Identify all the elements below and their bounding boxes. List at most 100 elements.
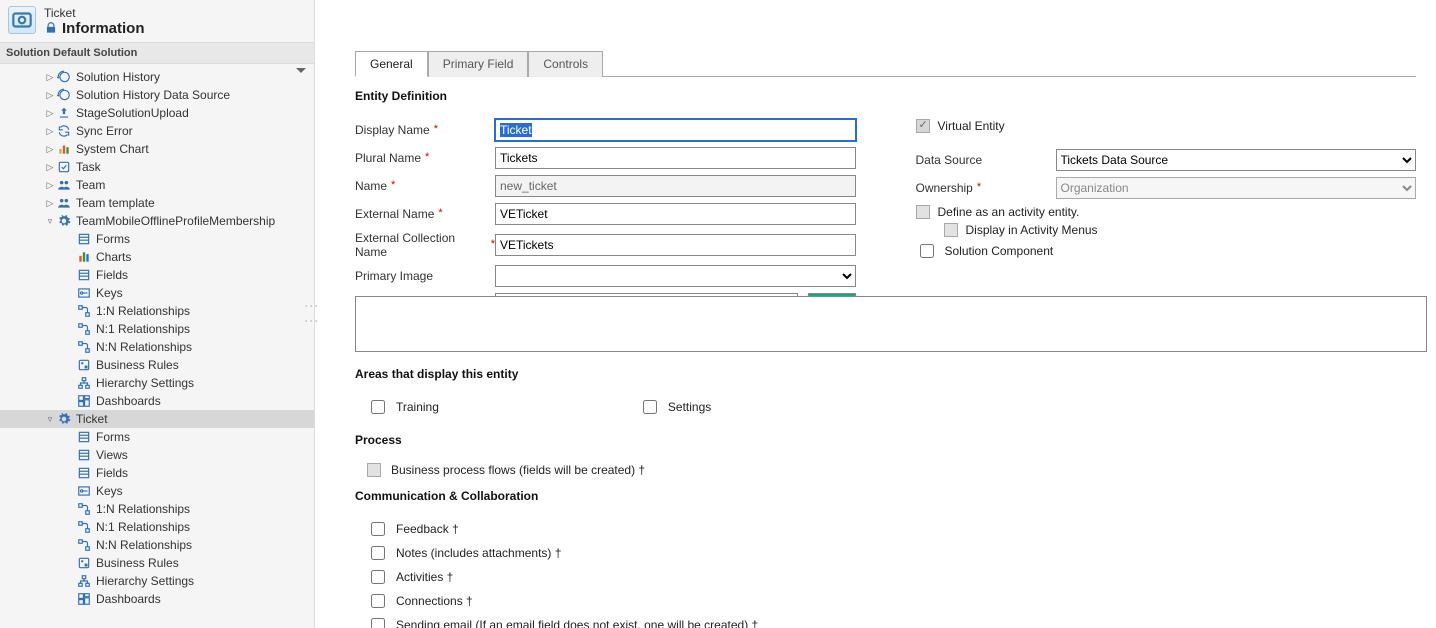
resize-handle[interactable]: ⋮⋮ — [304, 299, 320, 329]
tree-item[interactable]: ▿Ticket — [0, 410, 314, 428]
tree-item[interactable]: Dashboards — [0, 590, 314, 608]
tree-expander-icon[interactable]: ▷ — [44, 108, 56, 119]
tree-item[interactable]: Dashboards — [0, 392, 314, 410]
comm-checkbox[interactable] — [371, 570, 385, 584]
primary-image-label: Primary Image — [355, 269, 433, 283]
team-icon — [56, 177, 72, 193]
tree-expander-icon[interactable]: ▿ — [44, 414, 56, 425]
tree-item[interactable]: Keys — [0, 284, 314, 302]
tree-item[interactable]: Business Rules — [0, 356, 314, 374]
rel-icon — [76, 519, 92, 535]
tree-item-label: System Chart — [76, 142, 149, 156]
comm-label: Activities † — [396, 570, 453, 584]
tree-item[interactable]: Business Rules — [0, 554, 314, 572]
tree-item[interactable]: Fields — [0, 266, 314, 284]
tree-item[interactable]: ▷ Team template — [0, 194, 314, 212]
rel-icon — [76, 339, 92, 355]
lock-icon — [44, 21, 58, 38]
tree-item[interactable]: ▷ Sync Error — [0, 122, 314, 140]
virtual-entity-checkbox: ✓ — [916, 119, 930, 133]
comm-checkbox[interactable] — [371, 618, 385, 628]
tree-item[interactable]: ▷ Task — [0, 158, 314, 176]
tree-item[interactable]: N:1 Relationships — [0, 518, 314, 536]
fields-icon — [76, 465, 92, 481]
external-collection-name-input[interactable] — [495, 234, 856, 256]
solution-component-checkbox[interactable] — [920, 244, 934, 258]
tree-expander-icon[interactable]: ▷ — [44, 162, 56, 173]
tree-item-label: Charts — [96, 250, 131, 264]
tree-item[interactable]: Forms — [0, 230, 314, 248]
tree[interactable]: ▷Solution History▷Solution History Data … — [0, 64, 314, 628]
name-label: Name — [355, 179, 387, 193]
description-input[interactable] — [355, 296, 1427, 352]
comm-item[interactable]: Connections † — [367, 591, 1416, 611]
comm-heading: Communication & Collaboration — [355, 489, 1416, 503]
tree-expander-icon[interactable]: ▷ — [44, 144, 56, 155]
tree-item[interactable]: Keys — [0, 482, 314, 500]
entity-definition-heading: Entity Definition — [355, 89, 1416, 103]
rel-icon — [76, 303, 92, 319]
tree-item[interactable]: N:N Relationships — [0, 536, 314, 554]
chevron-down-icon[interactable] — [296, 68, 306, 73]
tree-expander-icon[interactable]: ▷ — [44, 198, 56, 209]
tree-expander-icon[interactable]: ▷ — [44, 126, 56, 137]
tree-expander-icon[interactable]: ▿ — [44, 216, 56, 227]
primary-image-select[interactable] — [495, 265, 856, 287]
tree-item[interactable]: 1:N Relationships — [0, 302, 314, 320]
tree-expander-icon[interactable]: ▷ — [44, 72, 56, 83]
tree-item[interactable]: ▷ System Chart — [0, 140, 314, 158]
tree-item[interactable]: Charts — [0, 248, 314, 266]
comm-item[interactable]: Notes (includes attachments) † — [367, 543, 1416, 563]
comm-checkbox[interactable] — [371, 594, 385, 608]
tree-item-label: Fields — [96, 466, 128, 480]
tree-item[interactable]: N:1 Relationships — [0, 320, 314, 338]
display-in-activity-checkbox — [944, 223, 958, 237]
tree-item[interactable]: 1:N Relationships — [0, 500, 314, 518]
comm-label: Sending email (If an email field does no… — [396, 618, 758, 628]
tree-item[interactable]: ▿ TeamMobileOfflineProfileMembership — [0, 212, 314, 230]
areas-settings-checkbox[interactable] — [643, 400, 657, 414]
tree-item[interactable]: Forms — [0, 428, 314, 446]
tree-item-label: Team template — [76, 196, 155, 210]
main: GeneralPrimary FieldControls Entity Defi… — [315, 0, 1436, 628]
tree-item[interactable]: N:N Relationships — [0, 338, 314, 356]
comm-checkbox[interactable] — [371, 546, 385, 560]
tree-item[interactable]: Hierarchy Settings — [0, 572, 314, 590]
tab-primary-field[interactable]: Primary Field — [428, 51, 529, 77]
display-name-input[interactable] — [495, 119, 856, 141]
comm-checkbox[interactable] — [371, 522, 385, 536]
tree-item[interactable]: Views — [0, 446, 314, 464]
tree-item-label: Task — [76, 160, 101, 174]
data-source-label: Data Source — [916, 153, 983, 167]
external-name-input[interactable] — [495, 203, 856, 225]
tree-item[interactable]: ▷Solution History — [0, 68, 314, 86]
areas-training-checkbox[interactable] — [371, 400, 385, 414]
forms-icon — [76, 429, 92, 445]
tree-item[interactable]: ▷StageSolutionUpload — [0, 104, 314, 122]
tree-item-label: Business Rules — [96, 358, 179, 372]
data-source-select[interactable]: Tickets Data Source — [1056, 149, 1417, 171]
tree-expander-icon[interactable]: ▷ — [44, 180, 56, 191]
comm-label: Connections † — [396, 594, 473, 608]
form-title: Information — [62, 20, 145, 38]
tree-item-label: Sync Error — [76, 124, 133, 138]
tree-item[interactable]: ▷Solution History Data Source — [0, 86, 314, 104]
comm-item[interactable]: Activities † — [367, 567, 1416, 587]
tree-item-label: Fields — [96, 268, 128, 282]
tree-item-label: N:1 Relationships — [96, 322, 190, 336]
tab-general[interactable]: General — [355, 51, 428, 77]
comm-item[interactable]: Sending email (If an email field does no… — [367, 615, 1416, 628]
tree-item[interactable]: Hierarchy Settings — [0, 374, 314, 392]
tree-item[interactable]: ▷Team — [0, 176, 314, 194]
entity-icon — [8, 6, 36, 34]
sidebar: Ticket Information Solution Default Solu… — [0, 0, 315, 628]
dash-icon — [76, 591, 92, 607]
comm-item[interactable]: Feedback † — [367, 519, 1416, 539]
tree-item-label: TeamMobileOfflineProfileMembership — [76, 214, 275, 228]
plural-name-input[interactable] — [495, 147, 856, 169]
tree-item-label: Business Rules — [96, 556, 179, 570]
tab-controls[interactable]: Controls — [528, 51, 603, 77]
tree-item-label: 1:N Relationships — [96, 502, 190, 516]
tree-expander-icon[interactable]: ▷ — [44, 90, 56, 101]
tree-item[interactable]: Fields — [0, 464, 314, 482]
